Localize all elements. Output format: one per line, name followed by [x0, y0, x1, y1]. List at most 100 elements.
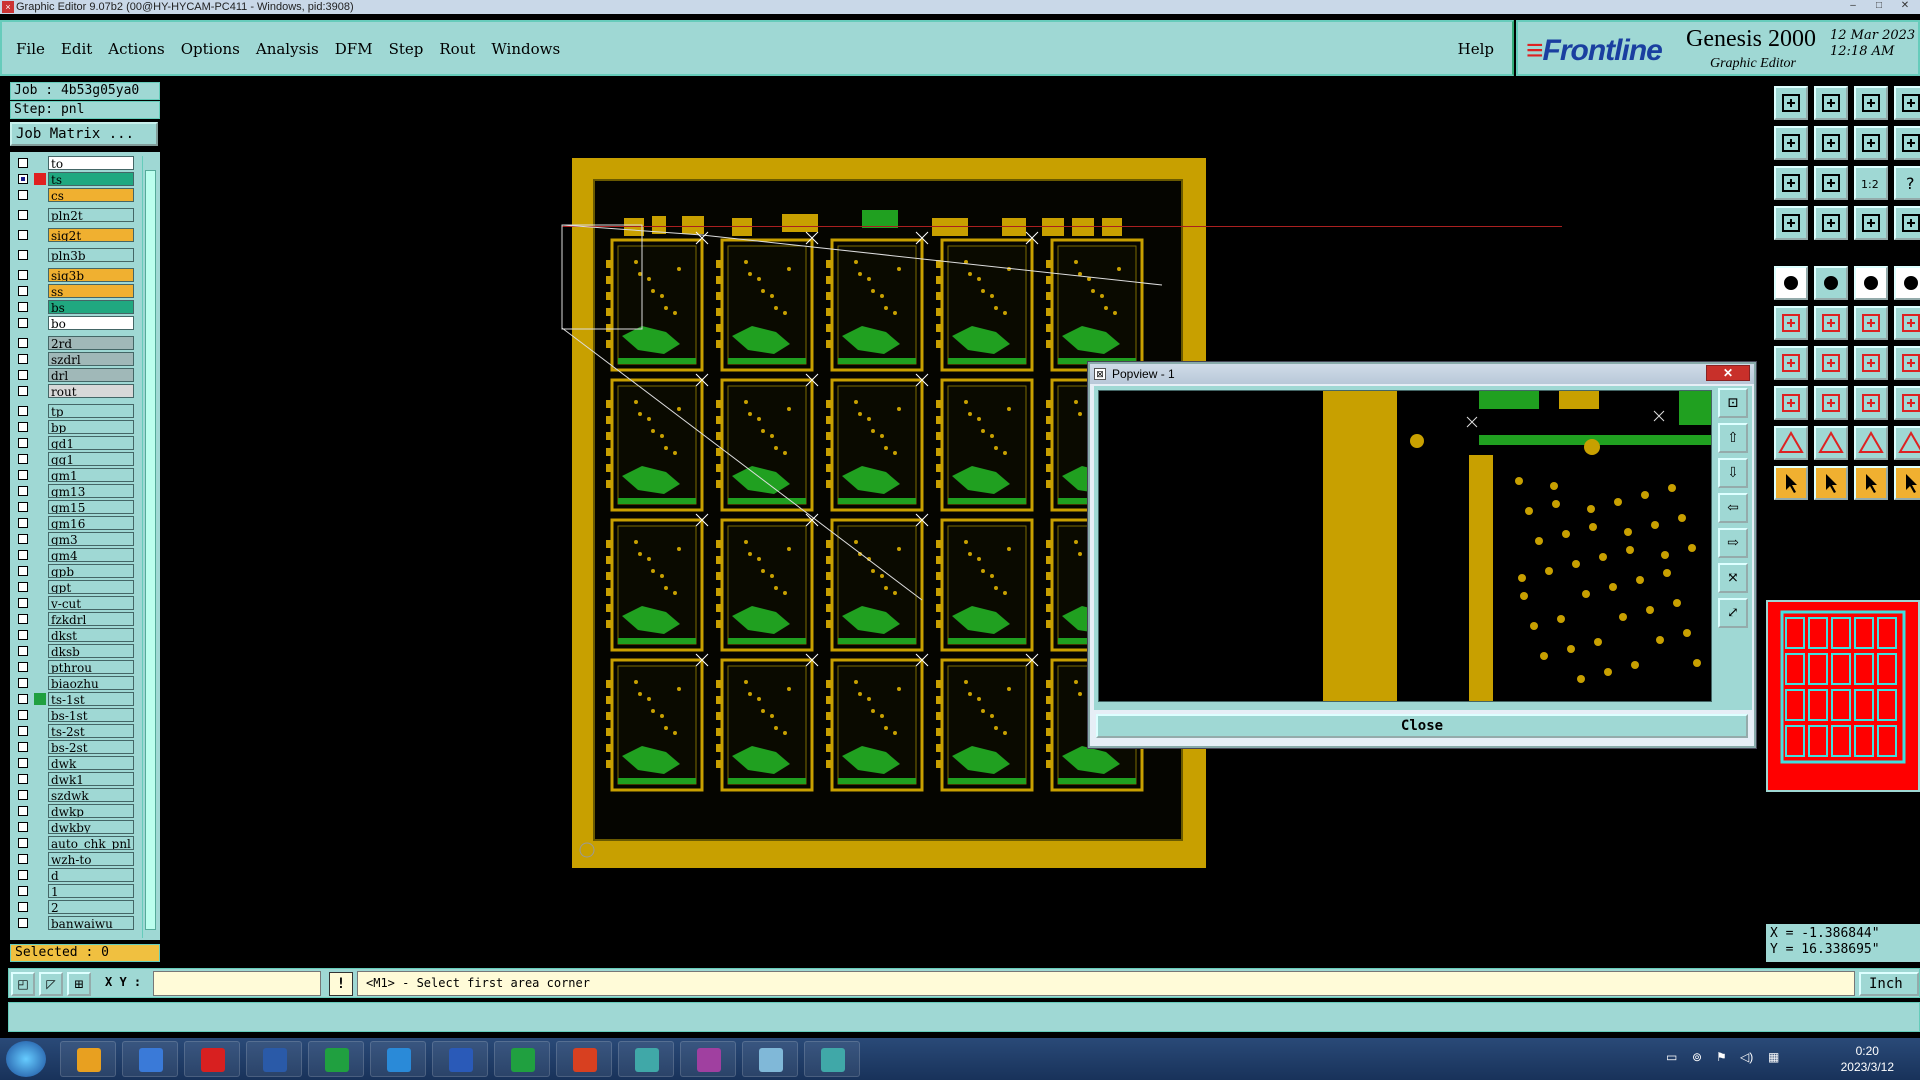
popview-close-x-button[interactable]: ✕	[1706, 365, 1750, 381]
surface-icon[interactable]	[1894, 426, 1920, 460]
layer-row[interactable]: pln3b	[10, 248, 136, 262]
export-icon[interactable]	[1814, 126, 1848, 160]
layer-row[interactable]: gg1	[10, 452, 136, 466]
layer-row[interactable]: sig2t	[10, 228, 136, 242]
layer-checkbox[interactable]	[18, 582, 28, 592]
pick-edit-icon[interactable]	[1854, 466, 1888, 500]
layer-checkbox[interactable]	[18, 502, 28, 512]
menu-edit[interactable]: Edit	[61, 40, 92, 58]
layer-checkbox[interactable]	[18, 386, 28, 396]
eye-app-icon[interactable]	[618, 1041, 674, 1077]
layer-checkbox[interactable]	[18, 726, 28, 736]
layer-checkbox[interactable]	[18, 678, 28, 688]
layer-checkbox[interactable]	[18, 470, 28, 480]
layer-checkbox[interactable]	[18, 662, 28, 672]
copy-icon[interactable]	[1774, 386, 1808, 420]
up-icon[interactable]: ⇧	[1718, 423, 1748, 453]
layer-checkbox[interactable]	[18, 710, 28, 720]
pick-icon[interactable]	[1814, 466, 1848, 500]
layer-row[interactable]: bp	[10, 420, 136, 434]
layer-name[interactable]: rout	[48, 384, 134, 398]
layer-checkbox[interactable]	[18, 774, 28, 784]
layer-name[interactable]: ts	[48, 172, 134, 186]
menu-step[interactable]: Step	[389, 40, 424, 58]
layer-name[interactable]: szdwk	[48, 788, 134, 802]
layer-name[interactable]: gm4	[48, 548, 134, 562]
layer-checkbox[interactable]	[18, 210, 28, 220]
layer-row[interactable]: gd1	[10, 436, 136, 450]
scroll-thumb[interactable]	[145, 170, 156, 930]
area-select-icon[interactable]	[1894, 466, 1920, 500]
red-swirl-app-icon[interactable]	[184, 1041, 240, 1077]
properties-icon[interactable]	[1894, 206, 1920, 240]
layer-checkbox[interactable]	[18, 286, 28, 296]
layer-row[interactable]: pln2t	[10, 208, 136, 222]
zoom-out-icon[interactable]: ⤢	[1718, 598, 1748, 628]
layer-checkbox[interactable]	[18, 406, 28, 416]
help-tray-icon[interactable]: ⊚	[1692, 1050, 1702, 1064]
layer-row[interactable]: 1	[10, 884, 136, 898]
features-icon[interactable]	[1854, 206, 1888, 240]
layer-color-swatch[interactable]	[34, 693, 46, 705]
mirror-icon[interactable]	[1854, 386, 1888, 420]
layer-checkbox[interactable]	[18, 646, 28, 656]
layer-checkbox[interactable]	[18, 630, 28, 640]
snap-mode-icon[interactable]: ◰	[11, 972, 35, 996]
job-matrix-button[interactable]: Job Matrix ...	[10, 122, 158, 146]
alert-button[interactable]: !	[329, 972, 353, 996]
zoom-ratio-icon[interactable]: 1:2	[1854, 166, 1888, 200]
spiral-app-icon[interactable]	[60, 1041, 116, 1077]
layer-checkbox[interactable]	[18, 318, 28, 328]
layer-row[interactable]: szdwk	[10, 788, 136, 802]
layer-row[interactable]: sig3b	[10, 268, 136, 282]
layer-checkbox[interactable]	[18, 422, 28, 432]
window-icon[interactable]	[1894, 86, 1920, 120]
layer-name[interactable]: dwk1	[48, 772, 134, 786]
layer-row[interactable]: dkst	[10, 628, 136, 642]
layer-row[interactable]: ts	[10, 172, 136, 186]
layer-checkbox[interactable]	[18, 354, 28, 364]
layer-row[interactable]: gpb	[10, 564, 136, 578]
layer-row[interactable]: dwkp	[10, 804, 136, 818]
layer-checkbox[interactable]	[18, 338, 28, 348]
layer-row[interactable]: ts-1st	[10, 692, 136, 706]
layer-checkbox[interactable]	[18, 614, 28, 624]
layer-row[interactable]: gm15	[10, 500, 136, 514]
layer-row[interactable]: 2	[10, 900, 136, 914]
layer-name[interactable]: bo	[48, 316, 134, 330]
layer-scrollbar[interactable]	[142, 156, 158, 938]
graphic-canvas[interactable]: ⊠ Popview - 1 ✕ ⊡ ⇧ ⇩ ⇦ ⇨ ⤧ ⤢ Close	[162, 80, 1762, 964]
layer-checkbox[interactable]	[18, 454, 28, 464]
layer-name[interactable]: gd1	[48, 436, 134, 450]
layer-row[interactable]: cs	[10, 188, 136, 202]
layer-row[interactable]: dwk	[10, 756, 136, 770]
menu-dfm[interactable]: DFM	[335, 40, 373, 58]
layer-name[interactable]: gpb	[48, 564, 134, 578]
layer-checkbox[interactable]	[18, 566, 28, 576]
layer-row[interactable]: gm16	[10, 516, 136, 530]
left-icon[interactable]: ⇦	[1718, 493, 1748, 523]
layer-row[interactable]: fzkdrl	[10, 612, 136, 626]
panel-minimap[interactable]	[1766, 600, 1920, 792]
layer-checkbox[interactable]	[18, 854, 28, 864]
layer-checkbox[interactable]	[18, 174, 28, 184]
layer-name[interactable]: wzh-to	[48, 852, 134, 866]
grid-mode-icon[interactable]: ⊞	[67, 972, 91, 996]
save-job-icon[interactable]	[1814, 86, 1848, 120]
layer-row[interactable]: gm4	[10, 548, 136, 562]
layer-name[interactable]: d	[48, 868, 134, 882]
layer-name[interactable]: ts-1st	[48, 692, 134, 706]
layer-color-swatch[interactable]	[34, 173, 46, 185]
start-button[interactable]	[6, 1041, 46, 1077]
layer-name[interactable]: gm15	[48, 500, 134, 514]
layer-row[interactable]: bs	[10, 300, 136, 314]
home-icon[interactable]	[1854, 86, 1888, 120]
polygon-icon[interactable]	[1814, 426, 1848, 460]
eye-app-icon-2[interactable]	[804, 1041, 860, 1077]
layer-checkbox[interactable]	[18, 270, 28, 280]
layer-name[interactable]: gm16	[48, 516, 134, 530]
line-icon[interactable]	[1814, 266, 1848, 300]
pad-icon[interactable]	[1774, 266, 1808, 300]
layer-name[interactable]: pthrou	[48, 660, 134, 674]
zoom-fit-icon[interactable]: ⤧	[1718, 563, 1748, 593]
